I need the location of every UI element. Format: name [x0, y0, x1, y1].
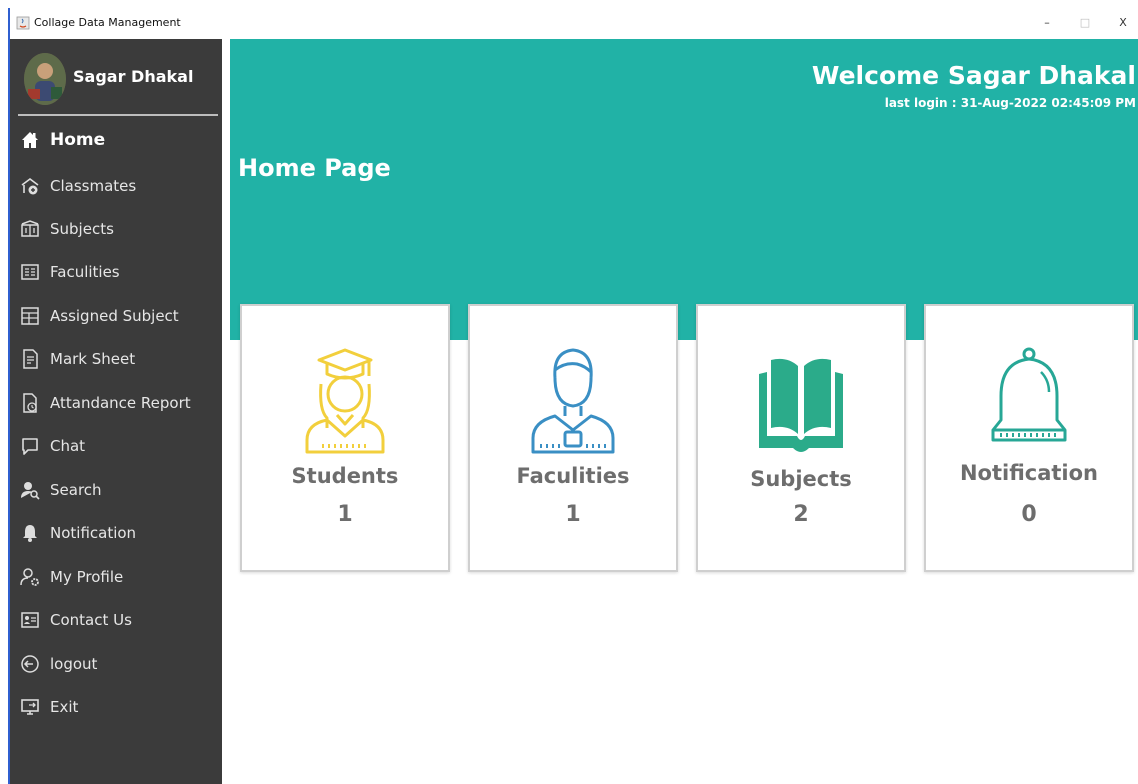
attendance-report-icon [20, 393, 40, 413]
faculities-card[interactable]: Faculities 1 [468, 304, 678, 572]
sidebar-item-mark-sheet[interactable]: Mark Sheet [18, 342, 218, 376]
contact-card-icon [20, 610, 40, 630]
exit-icon [20, 697, 40, 717]
card-title: Students [291, 464, 399, 488]
home-icon [20, 130, 40, 150]
sidebar-item-chat[interactable]: Chat [18, 429, 218, 463]
sidebar-item-assigned-subject[interactable]: Assigned Subject [18, 299, 218, 333]
sidebar-item-label: logout [50, 655, 98, 673]
students-card[interactable]: Students 1 [240, 304, 450, 572]
avatar-photo-icon [24, 53, 66, 105]
minimize-button[interactable]: – [1034, 14, 1060, 32]
bell-icon [20, 523, 40, 543]
sidebar-item-classmates[interactable]: Classmates [18, 169, 218, 203]
sidebar-item-home[interactable]: Home [18, 123, 218, 157]
profile-settings-icon [20, 567, 40, 587]
title-bar: Collage Data Management – □ X [10, 8, 1138, 39]
page-title: Home Page [238, 154, 391, 182]
card-count: 1 [565, 502, 581, 527]
classmates-icon [20, 176, 40, 196]
card-count: 2 [793, 502, 809, 527]
sidebar-item-label: My Profile [50, 568, 124, 586]
profile-name: Sagar Dhakal [73, 67, 194, 86]
sidebar-item-label: Mark Sheet [50, 350, 136, 368]
sidebar-item-my-profile[interactable]: My Profile [18, 560, 218, 594]
sidebar-item-label: Attandance Report [50, 394, 191, 412]
profile-section: Sagar Dhakal [18, 51, 218, 107]
sidebar-item-label: Assigned Subject [50, 307, 179, 325]
header-banner: Welcome Sagar Dhakal last login : 31-Aug… [230, 39, 1138, 340]
sidebar-item-faculities[interactable]: Faculities [18, 255, 218, 289]
sidebar-item-contact-us[interactable]: Contact Us [18, 603, 218, 637]
card-title: Subjects [750, 467, 852, 491]
sidebar-item-logout[interactable]: logout [18, 647, 218, 681]
notification-card[interactable]: Notification 0 [924, 304, 1134, 572]
faculty-person-icon [531, 348, 615, 454]
open-book-icon [759, 358, 843, 452]
logout-icon [20, 654, 40, 674]
card-title: Notification [959, 461, 1099, 485]
card-count: 0 [1021, 502, 1037, 527]
sidebar-item-label: Contact Us [50, 611, 132, 629]
sidebar-item-label: Faculities [50, 263, 120, 281]
sidebar-divider [18, 114, 218, 116]
maximize-button[interactable]: □ [1072, 14, 1098, 32]
sidebar-item-label: Home [50, 130, 106, 150]
sidebar-item-exit[interactable]: Exit [18, 690, 218, 724]
notification-bell-icon [991, 347, 1067, 442]
sidebar-item-label: Exit [50, 698, 79, 716]
sidebar-item-search[interactable]: Search [18, 473, 218, 507]
sidebar-item-subjects[interactable]: Subjects [18, 212, 218, 246]
mark-sheet-icon [20, 349, 40, 369]
sidebar-item-label: Subjects [50, 220, 114, 238]
last-login-text: last login : 31-Aug-2022 02:45:09 PM [884, 96, 1136, 110]
window-title: Collage Data Management [34, 16, 181, 29]
subjects-icon [20, 219, 40, 239]
sidebar-item-label: Chat [50, 437, 86, 455]
avatar[interactable] [24, 53, 66, 105]
close-button[interactable]: X [1110, 14, 1136, 32]
assigned-subject-icon [20, 306, 40, 326]
card-title: Faculities [516, 464, 630, 488]
sidebar-item-label: Search [50, 481, 102, 499]
sidebar-item-label: Classmates [50, 177, 137, 195]
sidebar-item-label: Notification [50, 524, 137, 542]
sidebar: Sagar Dhakal Home Classmates Subjects Fa… [10, 39, 222, 784]
sidebar-item-attandance-report[interactable]: Attandance Report [18, 386, 218, 420]
app-window: Collage Data Management – □ X Sagar Dhak… [8, 8, 1138, 784]
student-graduate-icon [305, 348, 385, 454]
faculities-icon [20, 262, 40, 282]
sidebar-item-notification[interactable]: Notification [18, 516, 218, 550]
card-count: 1 [337, 502, 353, 527]
chat-icon [20, 436, 40, 456]
welcome-message: Welcome Sagar Dhakal [811, 61, 1136, 90]
java-app-icon [16, 16, 30, 30]
search-user-icon [20, 480, 40, 500]
subjects-card[interactable]: Subjects 2 [696, 304, 906, 572]
